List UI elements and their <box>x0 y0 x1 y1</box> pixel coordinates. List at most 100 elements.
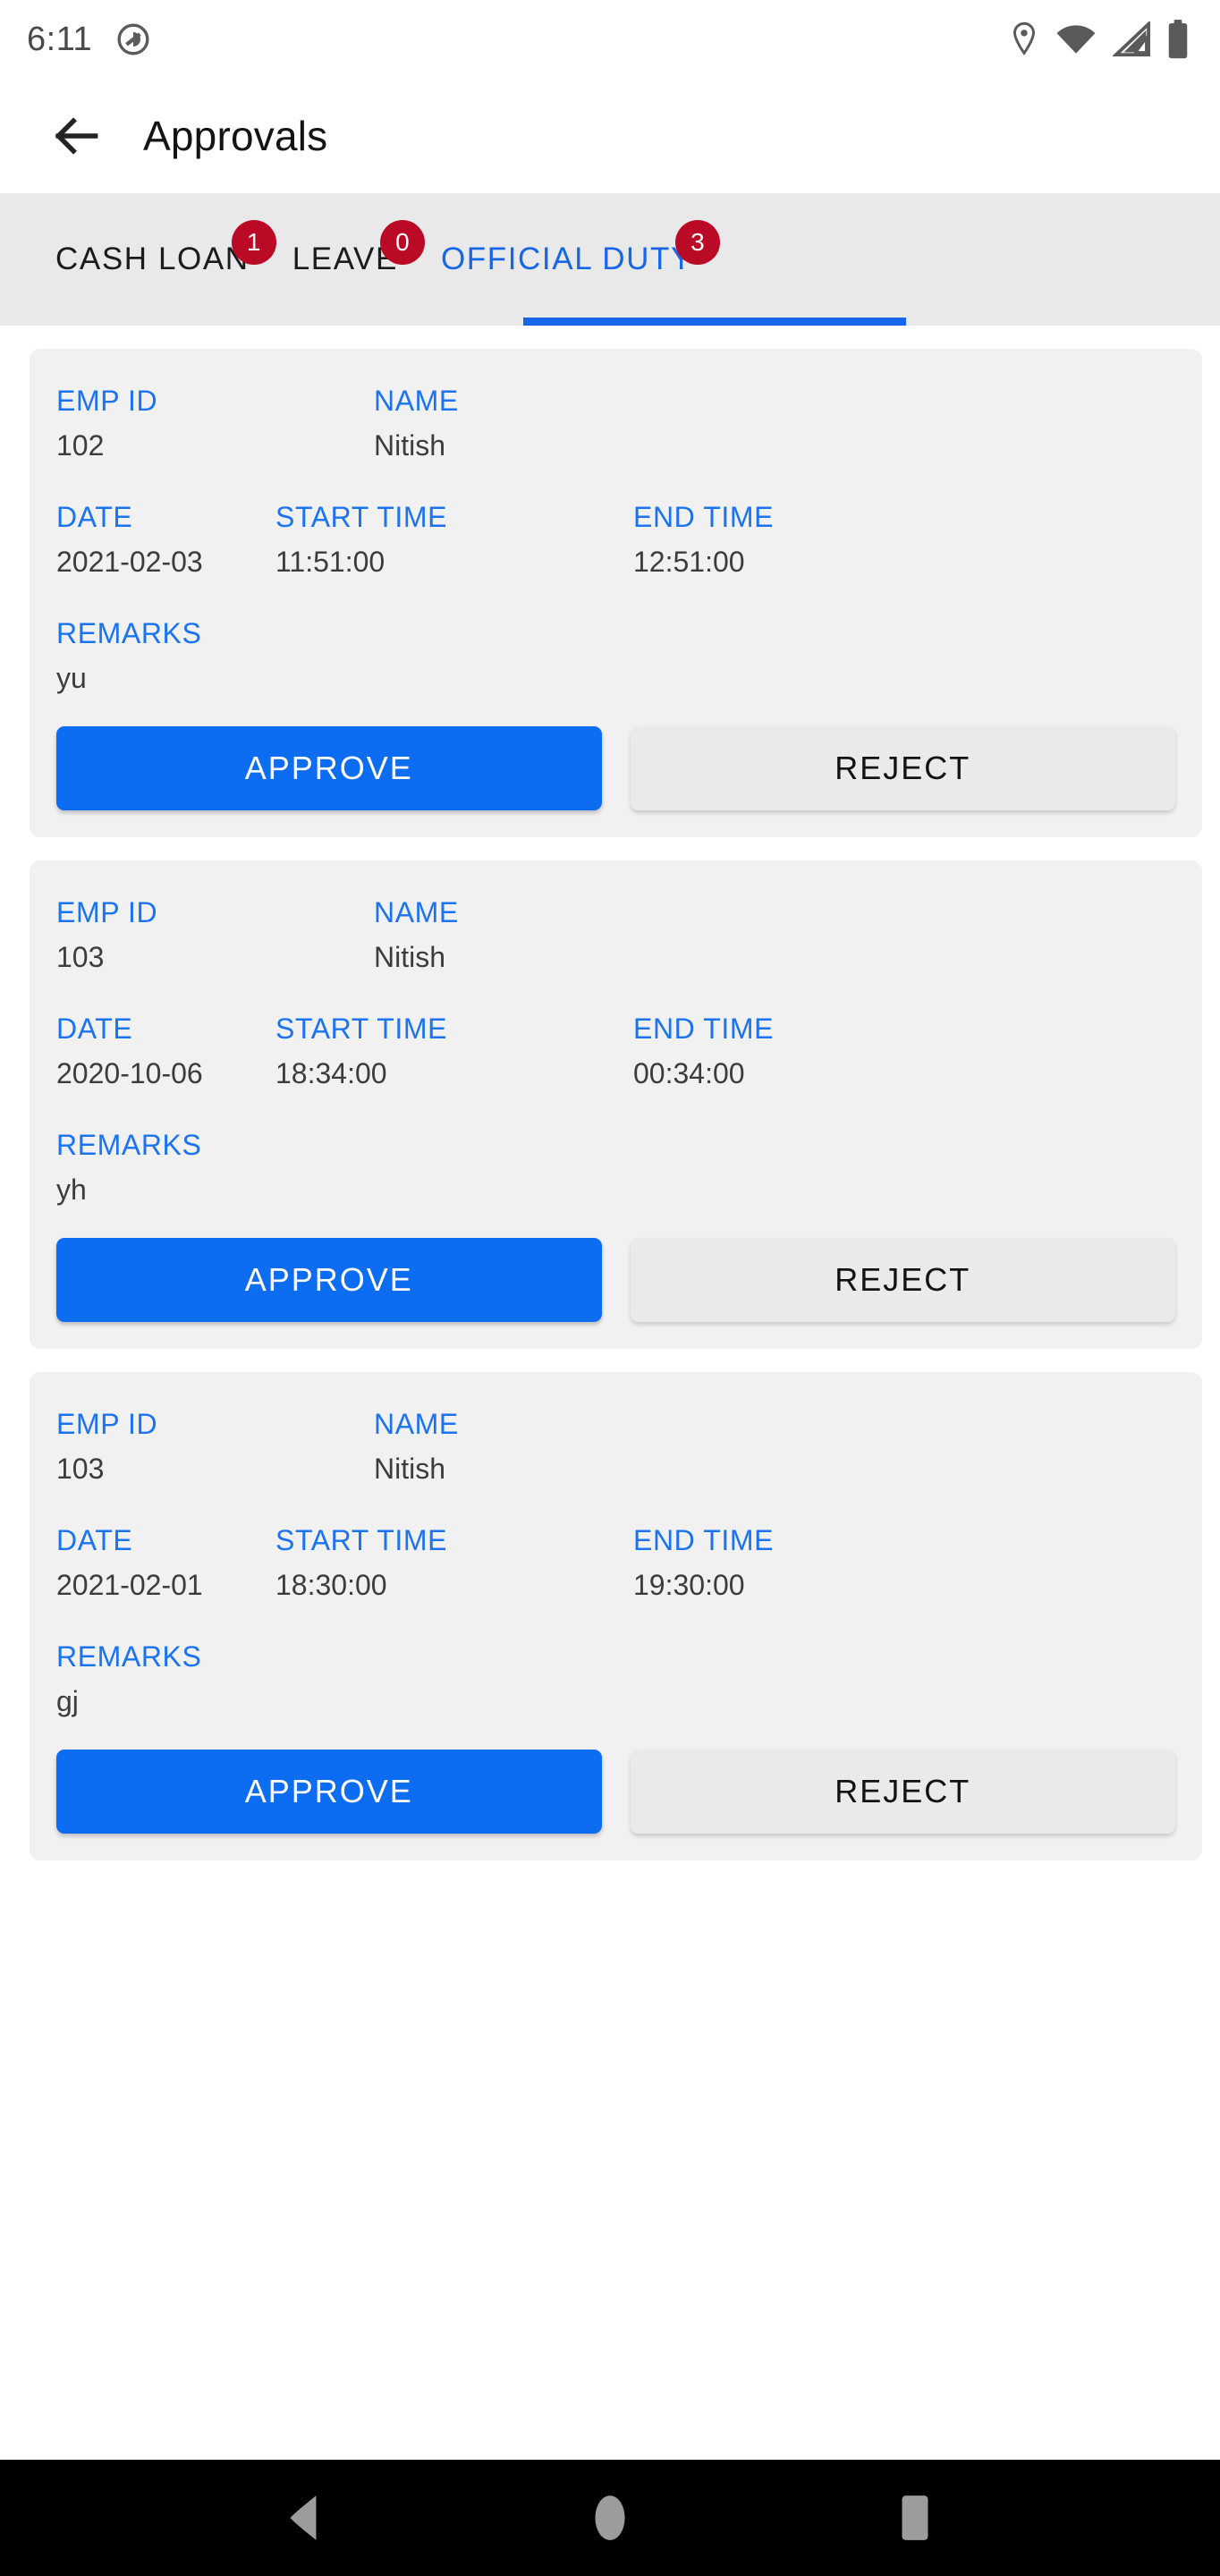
card-actions: APPROVE REJECT <box>56 1750 1175 1834</box>
date-label: DATE <box>56 501 133 533</box>
field-remarks: REMARKS yu <box>56 615 1175 696</box>
card-row-identity: EMP ID 102 NAME Nitish <box>56 383 1175 463</box>
end-time-label: END TIME <box>633 1524 775 1556</box>
field-start-time: START TIME 18:30:00 <box>275 1522 633 1603</box>
row-spacer <box>56 1098 1175 1127</box>
remarks-value: gj <box>56 1685 79 1717</box>
emp-id-value: 102 <box>56 429 105 462</box>
field-date: DATE 2021-02-01 <box>56 1522 275 1603</box>
remarks-label: REMARKS <box>56 1640 202 1673</box>
approvals-list: EMP ID 102 NAME Nitish DATE 2021-02-03 S… <box>0 326 1220 1860</box>
tab-official-duty-label: OFFICIAL DUTY <box>440 242 693 276</box>
card-row-remarks: REMARKS yh <box>56 1127 1175 1208</box>
wifi-icon <box>1055 21 1097 57</box>
page-title: Approvals <box>143 113 328 159</box>
emp-id-value: 103 <box>56 1453 105 1485</box>
field-date: DATE 2020-10-06 <box>56 1011 275 1091</box>
reject-button[interactable]: REJECT <box>630 1238 1175 1322</box>
row-spacer <box>56 1494 1175 1522</box>
tab-bar: CASH LOAN 1 LEAVE 0 OFFICIAL DUTY 3 <box>0 193 1220 326</box>
field-start-time: START TIME 11:51:00 <box>275 499 633 580</box>
field-emp-id: EMP ID 102 <box>56 383 374 463</box>
remarks-label: REMARKS <box>56 1129 202 1161</box>
start-time-value: 11:51:00 <box>275 546 385 578</box>
reject-button[interactable]: REJECT <box>630 1750 1175 1834</box>
tab-active-indicator <box>523 318 906 326</box>
reject-button[interactable]: REJECT <box>630 726 1175 810</box>
location-pin-icon <box>1009 21 1039 57</box>
start-time-label: START TIME <box>275 1524 448 1556</box>
tab-official-duty-badge: 3 <box>674 220 720 265</box>
android-nav-bar <box>0 2460 1220 2576</box>
field-end-time: END TIME 19:30:00 <box>633 1522 902 1603</box>
field-start-time: START TIME 18:34:00 <box>275 1011 633 1091</box>
approve-button[interactable]: APPROVE <box>56 726 602 810</box>
back-button[interactable] <box>43 102 111 170</box>
notification-circle-icon <box>115 21 151 57</box>
date-value: 2021-02-01 <box>56 1569 203 1601</box>
date-label: DATE <box>56 1013 133 1045</box>
app-bar: Approvals <box>0 79 1220 193</box>
battery-icon <box>1166 20 1190 59</box>
field-end-time: END TIME 12:51:00 <box>633 499 902 580</box>
end-time-label: END TIME <box>633 501 775 533</box>
date-value: 2020-10-06 <box>56 1057 203 1089</box>
end-time-value: 00:34:00 <box>633 1057 745 1089</box>
start-time-label: START TIME <box>275 501 448 533</box>
nav-home-button[interactable] <box>556 2464 664 2572</box>
approval-card: EMP ID 103 NAME Nitish DATE 2021-02-01 S… <box>30 1372 1202 1860</box>
status-bar-left: 6:11 <box>27 21 151 59</box>
end-time-label: END TIME <box>633 1013 775 1045</box>
name-label: NAME <box>374 1408 459 1440</box>
field-remarks: REMARKS yh <box>56 1127 1175 1208</box>
remarks-value: yu <box>56 662 87 694</box>
field-name: NAME Nitish <box>374 383 732 463</box>
tab-official-duty[interactable]: OFFICIAL DUTY 3 <box>419 193 720 326</box>
card-row-remarks: REMARKS gj <box>56 1639 1175 1719</box>
tab-cash-loan[interactable]: CASH LOAN 1 <box>34 193 276 326</box>
nav-recents-button[interactable] <box>861 2464 969 2572</box>
emp-id-label: EMP ID <box>56 896 158 928</box>
card-row-times: DATE 2021-02-03 START TIME 11:51:00 END … <box>56 499 1175 580</box>
row-spacer <box>56 1610 1175 1639</box>
field-end-time: END TIME 00:34:00 <box>633 1011 902 1091</box>
card-row-identity: EMP ID 103 NAME Nitish <box>56 894 1175 975</box>
name-label: NAME <box>374 896 459 928</box>
tab-leave-badge: 0 <box>379 220 425 265</box>
tab-cash-loan-badge: 1 <box>231 220 276 265</box>
emp-id-value: 103 <box>56 941 105 973</box>
remarks-label: REMARKS <box>56 617 202 649</box>
end-time-value: 19:30:00 <box>633 1569 745 1601</box>
field-name: NAME Nitish <box>374 1406 732 1487</box>
approval-card: EMP ID 103 NAME Nitish DATE 2020-10-06 S… <box>30 860 1202 1349</box>
name-value: Nitish <box>374 429 446 462</box>
row-spacer <box>56 587 1175 615</box>
emp-id-label: EMP ID <box>56 1408 158 1440</box>
approve-button[interactable]: APPROVE <box>56 1750 602 1834</box>
card-row-times: DATE 2020-10-06 START TIME 18:34:00 END … <box>56 1011 1175 1091</box>
remarks-value: yh <box>56 1174 87 1206</box>
approve-button[interactable]: APPROVE <box>56 1238 602 1322</box>
card-row-identity: EMP ID 103 NAME Nitish <box>56 1406 1175 1487</box>
status-time: 6:11 <box>27 20 93 58</box>
nav-recents-icon <box>895 2492 935 2544</box>
tab-cash-loan-label: CASH LOAN <box>55 242 250 276</box>
card-actions: APPROVE REJECT <box>56 1238 1175 1322</box>
end-time-value: 12:51:00 <box>633 546 745 578</box>
start-time-label: START TIME <box>275 1013 448 1045</box>
card-row-times: DATE 2021-02-01 START TIME 18:30:00 END … <box>56 1522 1175 1603</box>
date-value: 2021-02-03 <box>56 546 203 578</box>
card-actions: APPROVE REJECT <box>56 726 1175 810</box>
card-row-remarks: REMARKS yu <box>56 615 1175 696</box>
approval-card: EMP ID 102 NAME Nitish DATE 2021-02-03 S… <box>30 349 1202 837</box>
tab-leave[interactable]: LEAVE 0 <box>271 193 425 326</box>
start-time-value: 18:30:00 <box>275 1569 387 1601</box>
nav-back-icon <box>282 2492 328 2544</box>
name-value: Nitish <box>374 941 446 973</box>
row-spacer <box>56 470 1175 499</box>
field-date: DATE 2021-02-03 <box>56 499 275 580</box>
status-bar: 6:11 <box>0 0 1220 79</box>
start-time-value: 18:34:00 <box>275 1057 387 1089</box>
field-emp-id: EMP ID 103 <box>56 894 374 975</box>
nav-back-button[interactable] <box>251 2464 359 2572</box>
